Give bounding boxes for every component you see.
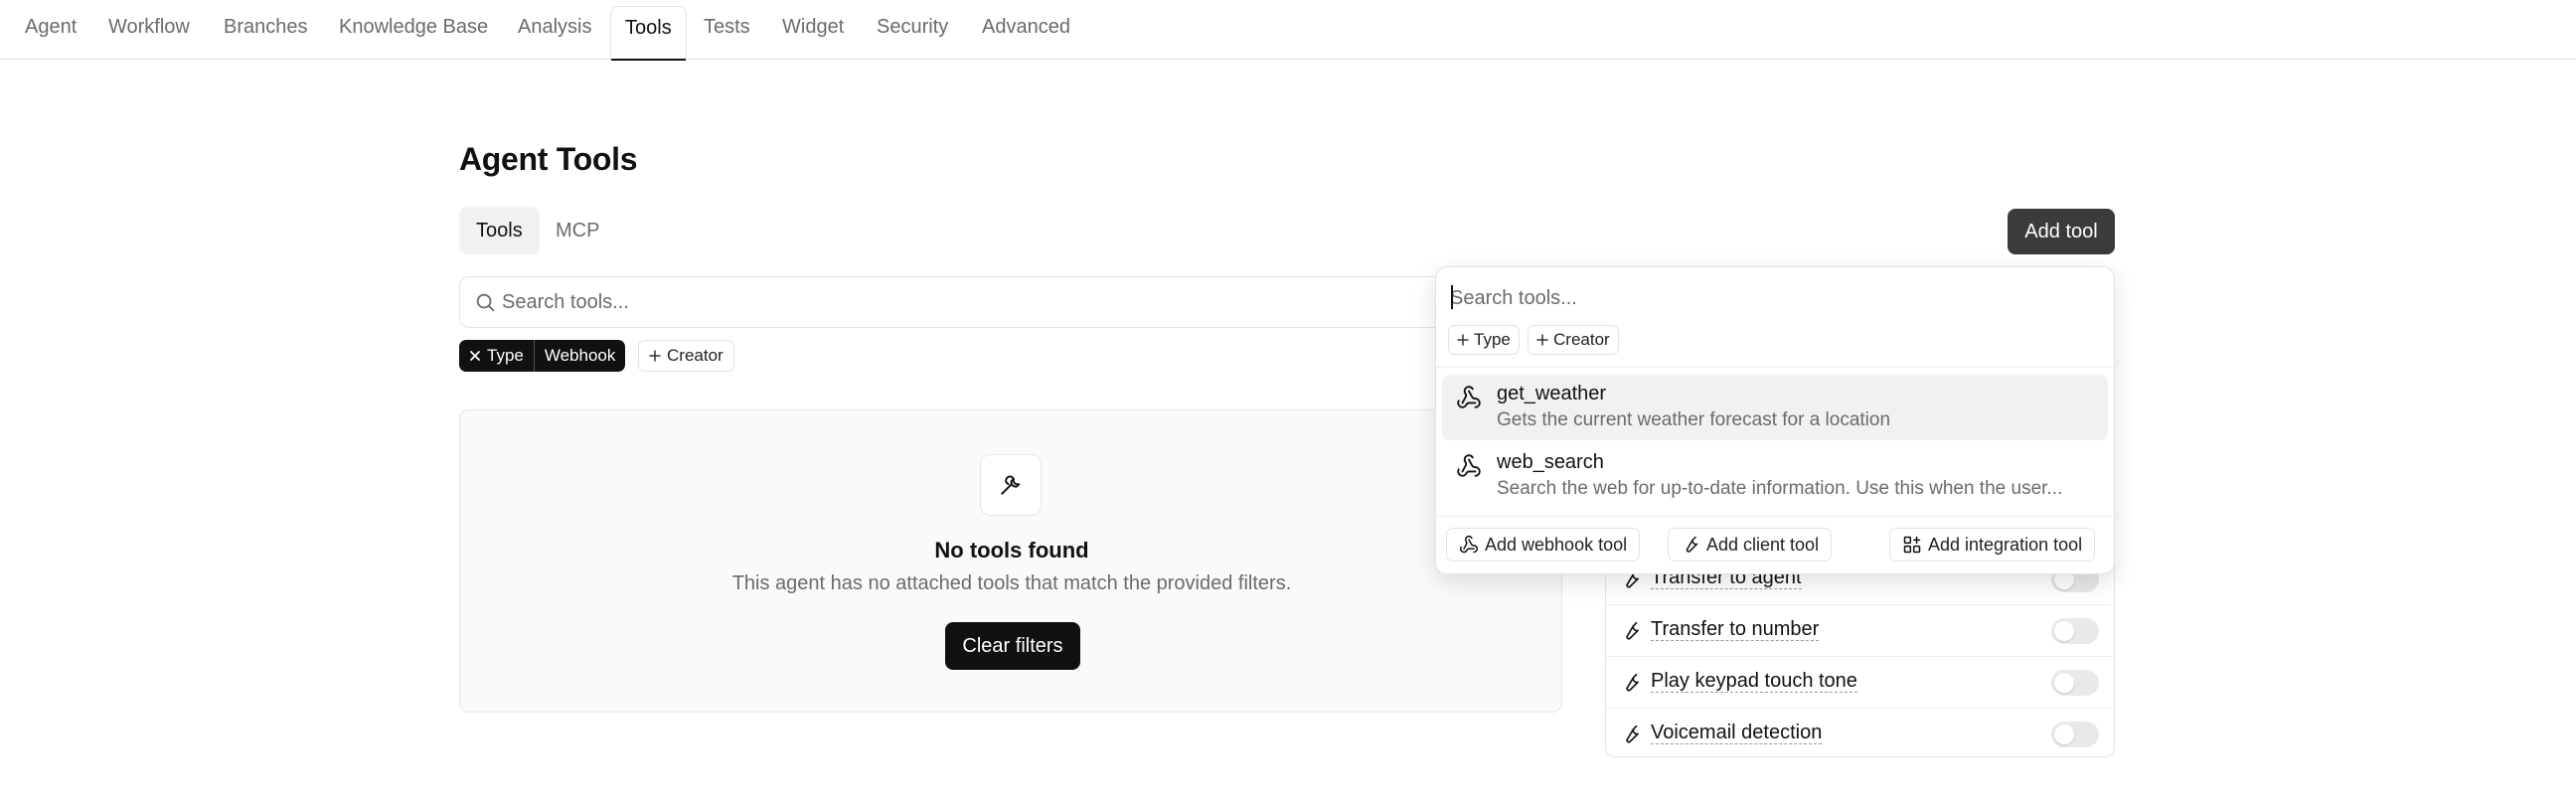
system-tool-row: Play keypad touch tone (1606, 656, 2114, 708)
system-tool-label: Transfer to number (1651, 618, 1820, 641)
wrench-icon (1620, 620, 1642, 647)
tools-search (459, 276, 1562, 328)
tool-option-get-weather[interactable]: get_weather Gets the current weather for… (1442, 375, 2108, 440)
plus-icon (1536, 334, 1548, 346)
top-nav: Agent Workflow Branches Knowledge Base A… (0, 0, 2576, 61)
close-icon[interactable] (469, 350, 481, 362)
webhook-icon (1456, 385, 1482, 415)
webhook-icon (1456, 453, 1482, 484)
filter-value-label: Webhook (544, 346, 616, 365)
system-tool-label: Play keypad touch tone (1651, 670, 1857, 693)
dropdown-search-input[interactable] (1450, 281, 2086, 315)
dropdown-chip-label: Type (1474, 330, 1511, 349)
tool-option-description: Search the web for up-to-date informatio… (1497, 478, 2063, 499)
filter-key[interactable]: Type (459, 340, 534, 372)
add-webhook-tool-button[interactable]: Add webhook tool (1446, 528, 1641, 562)
nav-tab-advanced[interactable]: Advanced (982, 0, 1070, 60)
add-integration-tool-button[interactable]: Add integration tool (1889, 528, 2096, 562)
plus-icon (1457, 334, 1469, 346)
dropdown-chip-label: Creator (1553, 330, 1610, 349)
add-client-tool-button[interactable]: Add client tool (1668, 528, 1833, 562)
subtab-tools[interactable]: Tools (459, 207, 540, 254)
nav-tab-agent[interactable]: Agent (25, 0, 77, 60)
system-tool-toggle[interactable] (2051, 618, 2099, 644)
search-input[interactable] (502, 277, 1396, 327)
empty-state-description: This agent has no attached tools that ma… (731, 572, 1292, 594)
active-filter-chip[interactable]: Type Webhook (459, 340, 626, 372)
wrench-icon (1620, 724, 1642, 750)
wrench-icon (998, 472, 1024, 498)
add-creator-label: Creator (667, 346, 724, 365)
action-label: Add webhook tool (1485, 534, 1628, 555)
nav-tab-knowledge-base[interactable]: Knowledge Base (339, 0, 488, 60)
add-creator-filter[interactable]: Creator (638, 340, 734, 372)
filter-value[interactable]: Webhook (533, 340, 626, 372)
action-label: Add integration tool (1928, 534, 2083, 555)
nav-tab-branches[interactable]: Branches (224, 0, 308, 60)
empty-state: No tools found This agent has no attache… (459, 409, 1562, 713)
system-tool-label: Voicemail detection (1651, 722, 1823, 744)
nav-tab-analysis[interactable]: Analysis (518, 0, 591, 60)
webhook-icon (1459, 535, 1479, 555)
action-label: Add client tool (1706, 534, 1820, 555)
tool-option-name: get_weather (1497, 383, 1607, 404)
page-title: Agent Tools (459, 141, 638, 177)
integration-icon (1902, 535, 1922, 555)
nav-tab-widget[interactable]: Widget (782, 0, 844, 60)
plus-icon (649, 350, 661, 362)
system-tools-list: Transfer to agent Transfer to number Pla… (1605, 553, 2115, 757)
system-tool-row: Voicemail detection (1606, 708, 2114, 759)
subtab-mcp[interactable]: MCP (539, 207, 616, 254)
system-tool-row: Transfer to number (1606, 604, 2114, 656)
nav-tab-security[interactable]: Security (877, 0, 948, 60)
empty-state-icon-box (980, 454, 1042, 516)
tool-option-web-search[interactable]: web_search Search the web for up-to-date… (1442, 443, 2108, 509)
divider (1436, 516, 2114, 517)
dropdown-creator-filter[interactable]: Creator (1528, 325, 1619, 355)
nav-tab-tests[interactable]: Tests (704, 0, 750, 60)
tool-option-description: Gets the current weather forecast for a … (1497, 409, 1891, 430)
nav-tab-tools[interactable]: Tools (610, 6, 687, 61)
add-tool-button[interactable]: Add tool (2008, 209, 2115, 254)
wrench-icon (1681, 535, 1700, 555)
add-tool-dropdown: Type Creator get_weather Gets the curren… (1435, 266, 2115, 574)
empty-state-title: No tools found (934, 538, 1089, 563)
divider (1436, 367, 2114, 368)
tool-option-name: web_search (1497, 451, 1604, 473)
clear-filters-button[interactable]: Clear filters (945, 622, 1080, 670)
dropdown-type-filter[interactable]: Type (1448, 325, 1520, 355)
filter-key-label: Type (487, 346, 524, 365)
wrench-icon (1620, 672, 1642, 699)
system-tool-toggle[interactable] (2051, 670, 2099, 696)
search-icon (474, 291, 496, 318)
system-tool-toggle[interactable] (2051, 722, 2099, 747)
nav-tab-workflow[interactable]: Workflow (108, 0, 190, 60)
text-caret (1451, 285, 1453, 309)
